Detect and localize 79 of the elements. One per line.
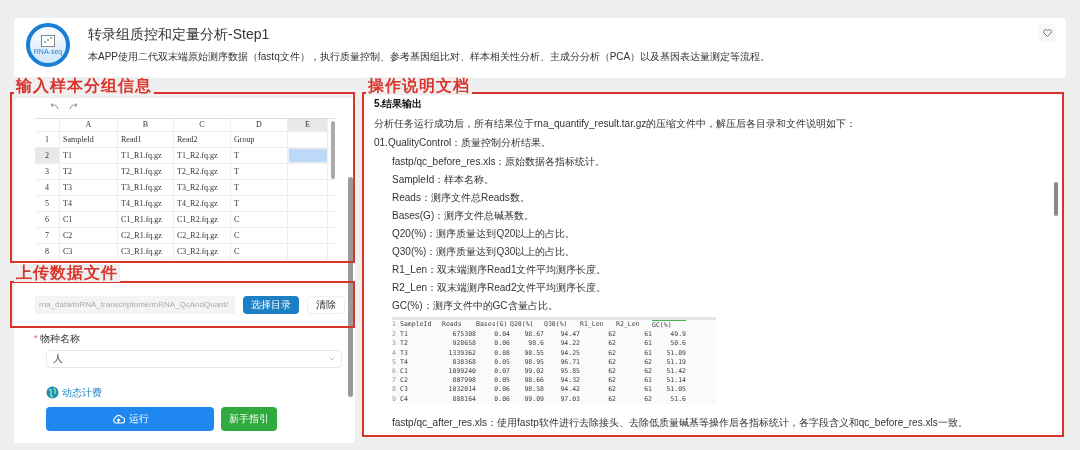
row-header[interactable]: 2	[35, 148, 60, 163]
table-cell: Group	[231, 132, 288, 147]
table-cell: C2	[60, 228, 118, 243]
table-cell: T	[231, 180, 288, 195]
doc-paragraph: 01.QualityControl：质量控制分析结果。	[374, 136, 553, 149]
table-cell: T2	[60, 164, 118, 179]
annotation-label: 操作说明文档	[366, 77, 472, 95]
annotation-label: 上传数据文件	[14, 264, 120, 282]
doc-item: Reads：测序文件总Reads数。	[391, 191, 531, 204]
field-label: 物种名称	[39, 332, 80, 345]
table-cell: Read1	[118, 132, 174, 147]
scrollbar-thumb[interactable]	[1054, 182, 1058, 216]
row-header[interactable]: 8	[35, 244, 60, 259]
table-cell: T	[231, 164, 288, 179]
species-select[interactable]: 人	[46, 349, 342, 368]
column-header[interactable]: A	[60, 119, 118, 131]
table-cell: C3	[60, 244, 118, 259]
table-cell: T3	[60, 180, 118, 195]
doc-item: R2_Len：双末端测序Read2文件平均测序长度。	[391, 281, 608, 294]
table-cell: C3_R2.fq.gz	[174, 244, 231, 259]
table-cell: C3_R1.fq.gz	[118, 244, 174, 259]
doc-item: Bases(G)：测序文件总碱基数。	[391, 209, 536, 222]
row-header[interactable]: 5	[35, 196, 60, 211]
app-title: 转录组质控和定量分析-Step1	[88, 25, 271, 44]
table-cell: T4_R1.fq.gz	[118, 196, 174, 211]
row-header[interactable]: 4	[35, 180, 60, 195]
row-header[interactable]: 7	[35, 228, 60, 243]
table-cell: T3_R1.fq.gz	[118, 180, 174, 195]
table-cell: C	[231, 244, 288, 259]
table-cell: T4_R2.fq.gz	[174, 196, 231, 211]
doc-item: Q20(%)：测序质量达到Q20以上的占比。	[391, 227, 577, 240]
app-description: 本APP使用二代双末端原始测序数据（fastq文件），执行质量控制、参考基因组比对、样本相关性分析、主成分分析（PCA）以及基因表达量测定等流程。	[88, 50, 771, 64]
section-heading: 5.结果输出	[374, 97, 424, 111]
run-button[interactable]: 运行	[46, 406, 214, 431]
table-cell: C	[231, 228, 288, 243]
chevron-down-icon	[329, 356, 335, 361]
redo-icon[interactable]	[69, 102, 79, 110]
heart-icon	[1042, 29, 1052, 37]
globe-icon	[46, 385, 59, 399]
table-cell: C2_R1.fq.gz	[118, 228, 174, 243]
doc-item: Q30(%)：测序质量达到Q30以上的占比。	[391, 245, 577, 258]
table-cell: T1_R1.fq.gz	[118, 148, 174, 163]
table-cell: C2_R2.fq.gz	[174, 228, 231, 243]
table-cell: C	[231, 212, 288, 227]
row-header[interactable]: 1	[35, 132, 60, 147]
table-cell: C1_R2.fq.gz	[174, 212, 231, 227]
doc-item: fastp/qc_after_res.xls：使用fastp软件进行去除接头、去除低质量碱基等操作后各指标统计，各字段含义和qc_before_res.xls一致。	[391, 415, 969, 429]
table-cell: T4	[60, 196, 118, 211]
favorite-button[interactable]	[1038, 24, 1056, 42]
scrollbar-thumb[interactable]	[348, 177, 353, 397]
scrollbar-thumb[interactable]	[331, 121, 335, 179]
doc-paragraph: 分析任务运行成功后，所有结果位于rna_quantify_result.tar.gz的压缩文件中，解压后各目录和文件说明如下：	[374, 117, 858, 130]
required-mark: *	[34, 332, 38, 345]
table-cell: T1_R2.fq.gz	[174, 148, 231, 163]
billing-link[interactable]: 动态计费	[46, 384, 102, 400]
doc-item: SampleId：样本名称。	[391, 173, 496, 186]
table-cell: T1	[60, 148, 118, 163]
row-header[interactable]: 3	[35, 164, 60, 179]
chart-icon	[41, 35, 55, 47]
table-cell[interactable]	[288, 148, 328, 163]
select-value: 人	[53, 352, 63, 366]
column-header[interactable]: E	[288, 119, 328, 131]
column-header[interactable]: C	[174, 119, 231, 131]
annotation-label: 输入样本分组信息	[14, 77, 154, 95]
table-cell: C1_R1.fq.gz	[118, 212, 174, 227]
undo-icon[interactable]	[49, 102, 59, 110]
cloud-upload-icon	[111, 413, 125, 424]
table-cell: T2_R2.fq.gz	[174, 164, 231, 179]
doc-item: GC(%)：测序文件中的GC含量占比。	[391, 299, 559, 312]
doc-item: fastp/qc_before_res.xls：原始数据各指标统计。	[391, 155, 607, 168]
table-cell: Read2	[174, 132, 231, 147]
table-cell: T2_R1.fq.gz	[118, 164, 174, 179]
table-cell: T3_R2.fq.gz	[174, 180, 231, 195]
table-cell: T	[231, 196, 288, 211]
row-header[interactable]: 6	[35, 212, 60, 227]
doc-item: R1_Len：双末端测序Read1文件平均测序长度。	[391, 263, 608, 276]
table-cell: C1	[60, 212, 118, 227]
table-cell: SampleId	[60, 132, 118, 147]
column-header[interactable]: B	[118, 119, 174, 131]
